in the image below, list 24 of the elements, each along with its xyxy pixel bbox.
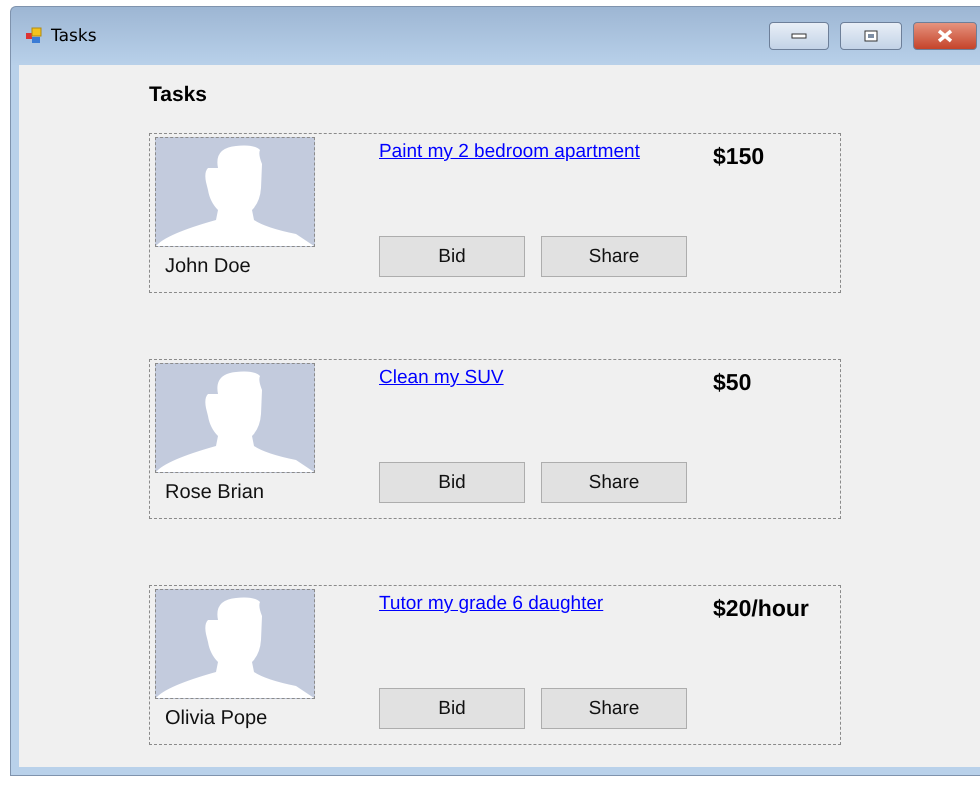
- page-heading: Tasks: [149, 83, 208, 107]
- owner-name: Olivia Pope: [165, 707, 268, 730]
- minimize-button[interactable]: [769, 22, 829, 50]
- window-title: Tasks: [51, 26, 98, 46]
- owner-name: Rose Brian: [165, 481, 265, 504]
- task-price: $20/hour: [713, 595, 809, 623]
- bid-button[interactable]: Bid: [379, 462, 525, 503]
- bid-button[interactable]: Bid: [379, 236, 525, 277]
- owner-name: John Doe: [165, 255, 252, 278]
- maximize-button[interactable]: [840, 22, 902, 50]
- task-link[interactable]: Paint my 2 bedroom apartment: [379, 141, 640, 163]
- bid-button[interactable]: Bid: [379, 688, 525, 729]
- maximize-icon: [864, 30, 878, 42]
- task-price: $150: [713, 143, 764, 171]
- app-icon: [25, 27, 43, 45]
- share-button[interactable]: Share: [541, 236, 687, 277]
- task-link[interactable]: Tutor my grade 6 daughter: [379, 593, 604, 615]
- share-button[interactable]: Share: [541, 688, 687, 729]
- task-link[interactable]: Clean my SUV: [379, 367, 504, 389]
- share-button[interactable]: Share: [541, 462, 687, 503]
- close-icon: [936, 29, 954, 43]
- close-button[interactable]: [913, 22, 977, 50]
- task-price: $50: [713, 369, 752, 397]
- minimize-icon: [791, 33, 807, 39]
